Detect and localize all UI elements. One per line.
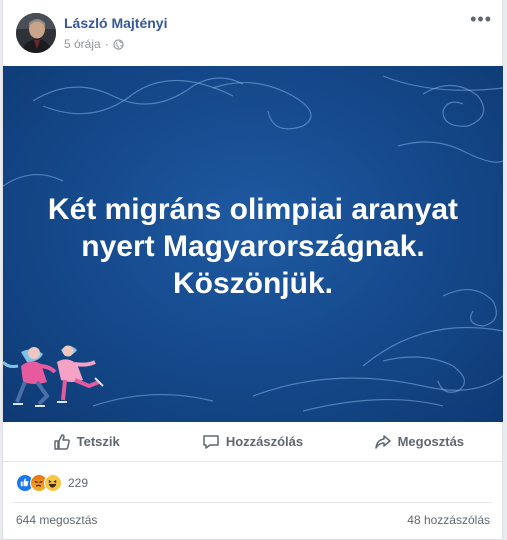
like-label: Tetszik: [76, 434, 120, 449]
globe-icon[interactable]: [113, 38, 124, 50]
like-button[interactable]: Tetszik: [3, 422, 169, 461]
reaction-count[interactable]: 229: [68, 476, 88, 490]
post-image-text-line: Köszönjük.: [172, 267, 333, 300]
more-options-icon[interactable]: •••: [470, 10, 492, 28]
haha-reaction-icon: [44, 474, 62, 492]
meta-separator: ·: [104, 37, 109, 51]
thumbs-up-icon: [53, 433, 70, 450]
comment-count[interactable]: 48 hozzászólás: [407, 513, 490, 527]
post-image-text-line: Két migráns olimpiai aranyat: [47, 193, 459, 226]
share-arrow-icon: [374, 434, 391, 449]
stats-divider: [13, 502, 492, 503]
post-image[interactable]: Két migráns olimpiai aranyat nyert Magya…: [3, 66, 503, 422]
post-action-bar: Tetszik Hozzászólás Megosztás: [3, 422, 502, 462]
share-button[interactable]: Megosztás: [336, 422, 502, 461]
comment-button[interactable]: Hozzászólás: [169, 422, 335, 461]
post-timestamp[interactable]: 5 órája: [64, 37, 101, 51]
comment-icon: [203, 434, 219, 449]
post-image-text-line: nyert Magyarországnak.: [81, 230, 425, 263]
post-image-text: Két migráns olimpiai aranyat nyert Magya…: [3, 191, 503, 302]
post-meta: 5 órája ·: [64, 37, 124, 51]
author-name[interactable]: László Majtényi: [64, 15, 167, 31]
share-count[interactable]: 644 megosztás: [16, 513, 97, 527]
post-card: László Majtényi 5 órája · ••• Két migrán…: [2, 0, 503, 540]
comment-label: Hozzászólás: [225, 434, 304, 449]
post-header: László Majtényi 5 órája · •••: [3, 0, 502, 64]
reaction-summary[interactable]: 229: [16, 473, 88, 493]
share-label: Megosztás: [397, 434, 465, 449]
author-avatar[interactable]: [16, 13, 56, 53]
